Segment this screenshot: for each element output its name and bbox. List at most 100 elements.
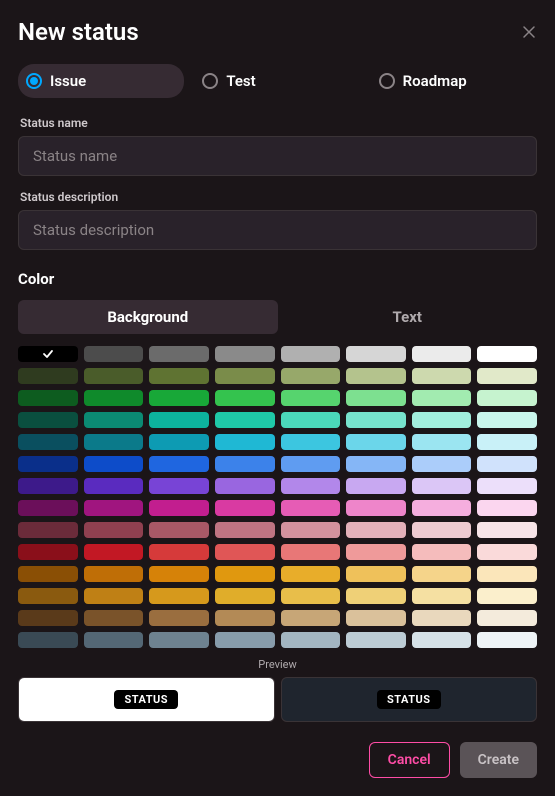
color-swatch[interactable] bbox=[477, 522, 537, 538]
color-swatch[interactable] bbox=[215, 522, 275, 538]
color-swatch[interactable] bbox=[84, 412, 144, 428]
color-swatch[interactable] bbox=[281, 544, 341, 560]
color-swatch[interactable] bbox=[412, 544, 472, 560]
color-swatch[interactable] bbox=[412, 610, 472, 626]
color-swatch[interactable] bbox=[84, 434, 144, 450]
color-swatch[interactable] bbox=[412, 588, 472, 604]
color-swatch[interactable] bbox=[84, 500, 144, 516]
color-swatch[interactable] bbox=[84, 544, 144, 560]
color-swatch[interactable] bbox=[281, 500, 341, 516]
color-swatch[interactable] bbox=[346, 478, 406, 494]
type-option-test[interactable]: Test bbox=[194, 64, 360, 98]
close-icon[interactable] bbox=[521, 24, 537, 40]
color-swatch[interactable] bbox=[346, 522, 406, 538]
color-swatch[interactable] bbox=[18, 478, 78, 494]
color-swatch[interactable] bbox=[149, 500, 209, 516]
color-swatch[interactable] bbox=[18, 544, 78, 560]
color-swatch[interactable] bbox=[18, 346, 78, 362]
color-swatch[interactable] bbox=[346, 566, 406, 582]
color-swatch[interactable] bbox=[477, 610, 537, 626]
color-swatch[interactable] bbox=[346, 610, 406, 626]
color-swatch[interactable] bbox=[149, 522, 209, 538]
color-swatch[interactable] bbox=[412, 632, 472, 648]
color-swatch[interactable] bbox=[84, 478, 144, 494]
color-swatch[interactable] bbox=[18, 610, 78, 626]
color-swatch[interactable] bbox=[281, 368, 341, 384]
color-swatch[interactable] bbox=[18, 522, 78, 538]
color-swatch[interactable] bbox=[281, 522, 341, 538]
color-swatch[interactable] bbox=[149, 456, 209, 472]
color-swatch[interactable] bbox=[412, 456, 472, 472]
color-swatch[interactable] bbox=[149, 588, 209, 604]
color-swatch[interactable] bbox=[281, 588, 341, 604]
color-swatch[interactable] bbox=[84, 522, 144, 538]
type-option-issue[interactable]: Issue bbox=[18, 64, 184, 98]
color-swatch[interactable] bbox=[215, 544, 275, 560]
color-swatch[interactable] bbox=[18, 456, 78, 472]
color-swatch[interactable] bbox=[281, 632, 341, 648]
color-swatch[interactable] bbox=[84, 368, 144, 384]
color-swatch[interactable] bbox=[149, 390, 209, 406]
status-description-input[interactable] bbox=[18, 210, 537, 250]
color-swatch[interactable] bbox=[215, 588, 275, 604]
color-swatch[interactable] bbox=[18, 566, 78, 582]
color-swatch[interactable] bbox=[149, 368, 209, 384]
color-swatch[interactable] bbox=[18, 412, 78, 428]
color-swatch[interactable] bbox=[281, 478, 341, 494]
color-swatch[interactable] bbox=[412, 434, 472, 450]
color-swatch[interactable] bbox=[215, 610, 275, 626]
color-swatch[interactable] bbox=[477, 500, 537, 516]
color-swatch[interactable] bbox=[412, 412, 472, 428]
color-swatch[interactable] bbox=[18, 390, 78, 406]
color-swatch[interactable] bbox=[346, 412, 406, 428]
color-swatch[interactable] bbox=[281, 610, 341, 626]
color-swatch[interactable] bbox=[346, 456, 406, 472]
color-swatch[interactable] bbox=[18, 500, 78, 516]
background-toggle[interactable]: Background bbox=[18, 300, 278, 334]
color-swatch[interactable] bbox=[149, 478, 209, 494]
color-swatch[interactable] bbox=[215, 566, 275, 582]
color-swatch[interactable] bbox=[477, 566, 537, 582]
color-swatch[interactable] bbox=[477, 632, 537, 648]
color-swatch[interactable] bbox=[412, 346, 472, 362]
color-swatch[interactable] bbox=[18, 632, 78, 648]
color-swatch[interactable] bbox=[281, 456, 341, 472]
color-swatch[interactable] bbox=[412, 390, 472, 406]
color-swatch[interactable] bbox=[477, 478, 537, 494]
color-swatch[interactable] bbox=[412, 500, 472, 516]
color-swatch[interactable] bbox=[346, 632, 406, 648]
color-swatch[interactable] bbox=[215, 346, 275, 362]
color-swatch[interactable] bbox=[84, 346, 144, 362]
color-swatch[interactable] bbox=[215, 412, 275, 428]
create-button[interactable]: Create bbox=[460, 742, 537, 778]
color-swatch[interactable] bbox=[215, 456, 275, 472]
color-swatch[interactable] bbox=[346, 544, 406, 560]
color-swatch[interactable] bbox=[149, 610, 209, 626]
color-swatch[interactable] bbox=[149, 346, 209, 362]
color-swatch[interactable] bbox=[346, 368, 406, 384]
color-swatch[interactable] bbox=[477, 456, 537, 472]
color-swatch[interactable] bbox=[215, 500, 275, 516]
color-swatch[interactable] bbox=[215, 390, 275, 406]
color-swatch[interactable] bbox=[149, 434, 209, 450]
color-swatch[interactable] bbox=[477, 368, 537, 384]
color-swatch[interactable] bbox=[477, 434, 537, 450]
color-swatch[interactable] bbox=[346, 390, 406, 406]
color-swatch[interactable] bbox=[281, 412, 341, 428]
color-swatch[interactable] bbox=[149, 544, 209, 560]
color-swatch[interactable] bbox=[84, 632, 144, 648]
color-swatch[interactable] bbox=[412, 566, 472, 582]
color-swatch[interactable] bbox=[281, 566, 341, 582]
color-swatch[interactable] bbox=[84, 566, 144, 582]
color-swatch[interactable] bbox=[215, 368, 275, 384]
color-swatch[interactable] bbox=[281, 390, 341, 406]
color-swatch[interactable] bbox=[149, 412, 209, 428]
color-swatch[interactable] bbox=[477, 588, 537, 604]
color-swatch[interactable] bbox=[84, 588, 144, 604]
color-swatch[interactable] bbox=[149, 566, 209, 582]
color-swatch[interactable] bbox=[18, 368, 78, 384]
color-swatch[interactable] bbox=[346, 346, 406, 362]
color-swatch[interactable] bbox=[412, 478, 472, 494]
color-swatch[interactable] bbox=[84, 390, 144, 406]
color-swatch[interactable] bbox=[477, 346, 537, 362]
